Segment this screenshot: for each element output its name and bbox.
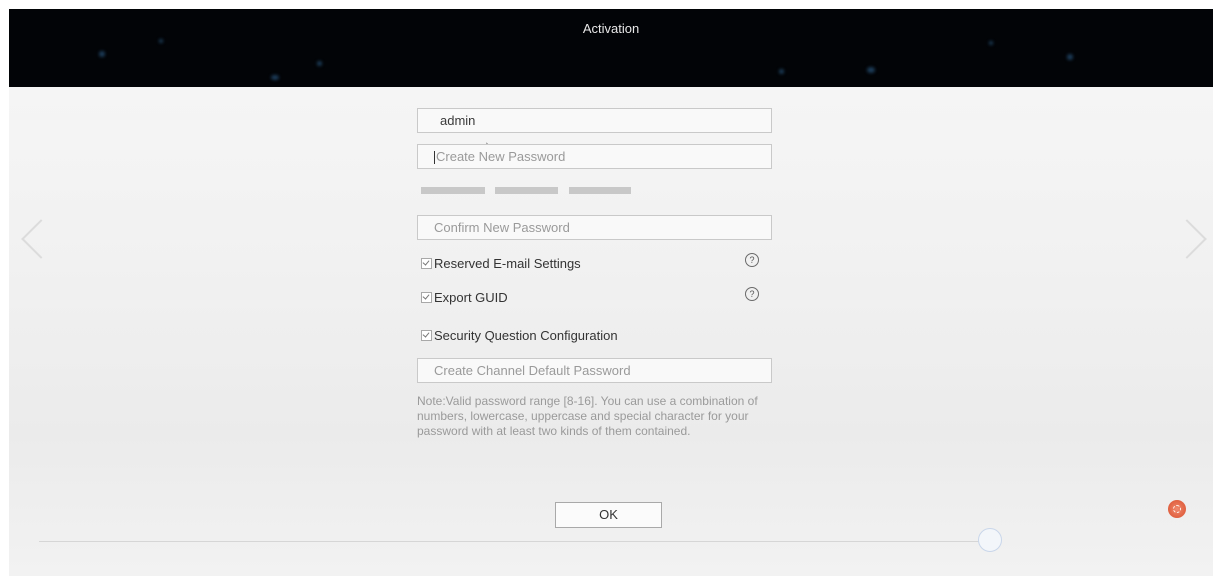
background-particle xyxy=(1067,54,1073,60)
channel-default-password-field[interactable]: Create Channel Default Password xyxy=(417,358,772,383)
background-particle xyxy=(317,61,322,66)
security-question-label: Security Question Configuration xyxy=(434,328,618,343)
confirm-password-placeholder: Confirm New Password xyxy=(434,220,570,235)
password-note: Note:Valid password range [8-16]. You ca… xyxy=(417,394,758,438)
question-circle-icon[interactable]: ? xyxy=(745,253,759,267)
export-guid-label: Export GUID xyxy=(434,290,508,305)
background-particle xyxy=(867,67,875,73)
ok-button[interactable]: OK xyxy=(555,502,662,528)
password-strength-bar-strong xyxy=(569,187,631,194)
new-password-field[interactable]: Create New Password xyxy=(417,144,772,169)
activation-screen: Activation admin Create New Password Con… xyxy=(9,9,1213,576)
username-field[interactable]: admin xyxy=(417,108,772,133)
reserved-email-checkbox[interactable] xyxy=(421,258,432,270)
background-particle xyxy=(99,51,105,57)
window-title: Activation xyxy=(582,21,640,36)
reserved-email-label: Reserved E-mail Settings xyxy=(434,256,581,271)
background-particle xyxy=(271,75,279,80)
background-particle xyxy=(779,69,784,74)
title-bar: Activation xyxy=(9,9,1213,87)
chevron-right-icon[interactable] xyxy=(1167,219,1207,259)
background-particle xyxy=(159,39,163,43)
question-circle-icon[interactable]: ? xyxy=(745,287,759,301)
reserved-email-option[interactable]: Reserved E-mail Settings xyxy=(421,255,581,273)
slider-track[interactable] xyxy=(39,541,992,542)
slider-thumb[interactable] xyxy=(978,528,1002,552)
new-password-placeholder: Create New Password xyxy=(436,149,566,164)
background-particle xyxy=(989,41,993,45)
confirm-password-field[interactable]: Confirm New Password xyxy=(417,215,772,240)
security-question-checkbox[interactable] xyxy=(421,330,432,342)
username-value: admin xyxy=(440,113,476,128)
settings-badge-icon[interactable] xyxy=(1168,500,1186,518)
password-strength-bar-weak xyxy=(421,187,485,194)
password-strength-bar-medium xyxy=(495,187,558,194)
channel-password-placeholder: Create Channel Default Password xyxy=(434,363,631,378)
export-guid-checkbox[interactable] xyxy=(421,292,432,304)
security-question-option[interactable]: Security Question Configuration xyxy=(421,327,618,345)
chevron-left-icon[interactable] xyxy=(21,219,61,259)
text-caret xyxy=(434,151,435,165)
export-guid-option[interactable]: Export GUID xyxy=(421,289,508,307)
